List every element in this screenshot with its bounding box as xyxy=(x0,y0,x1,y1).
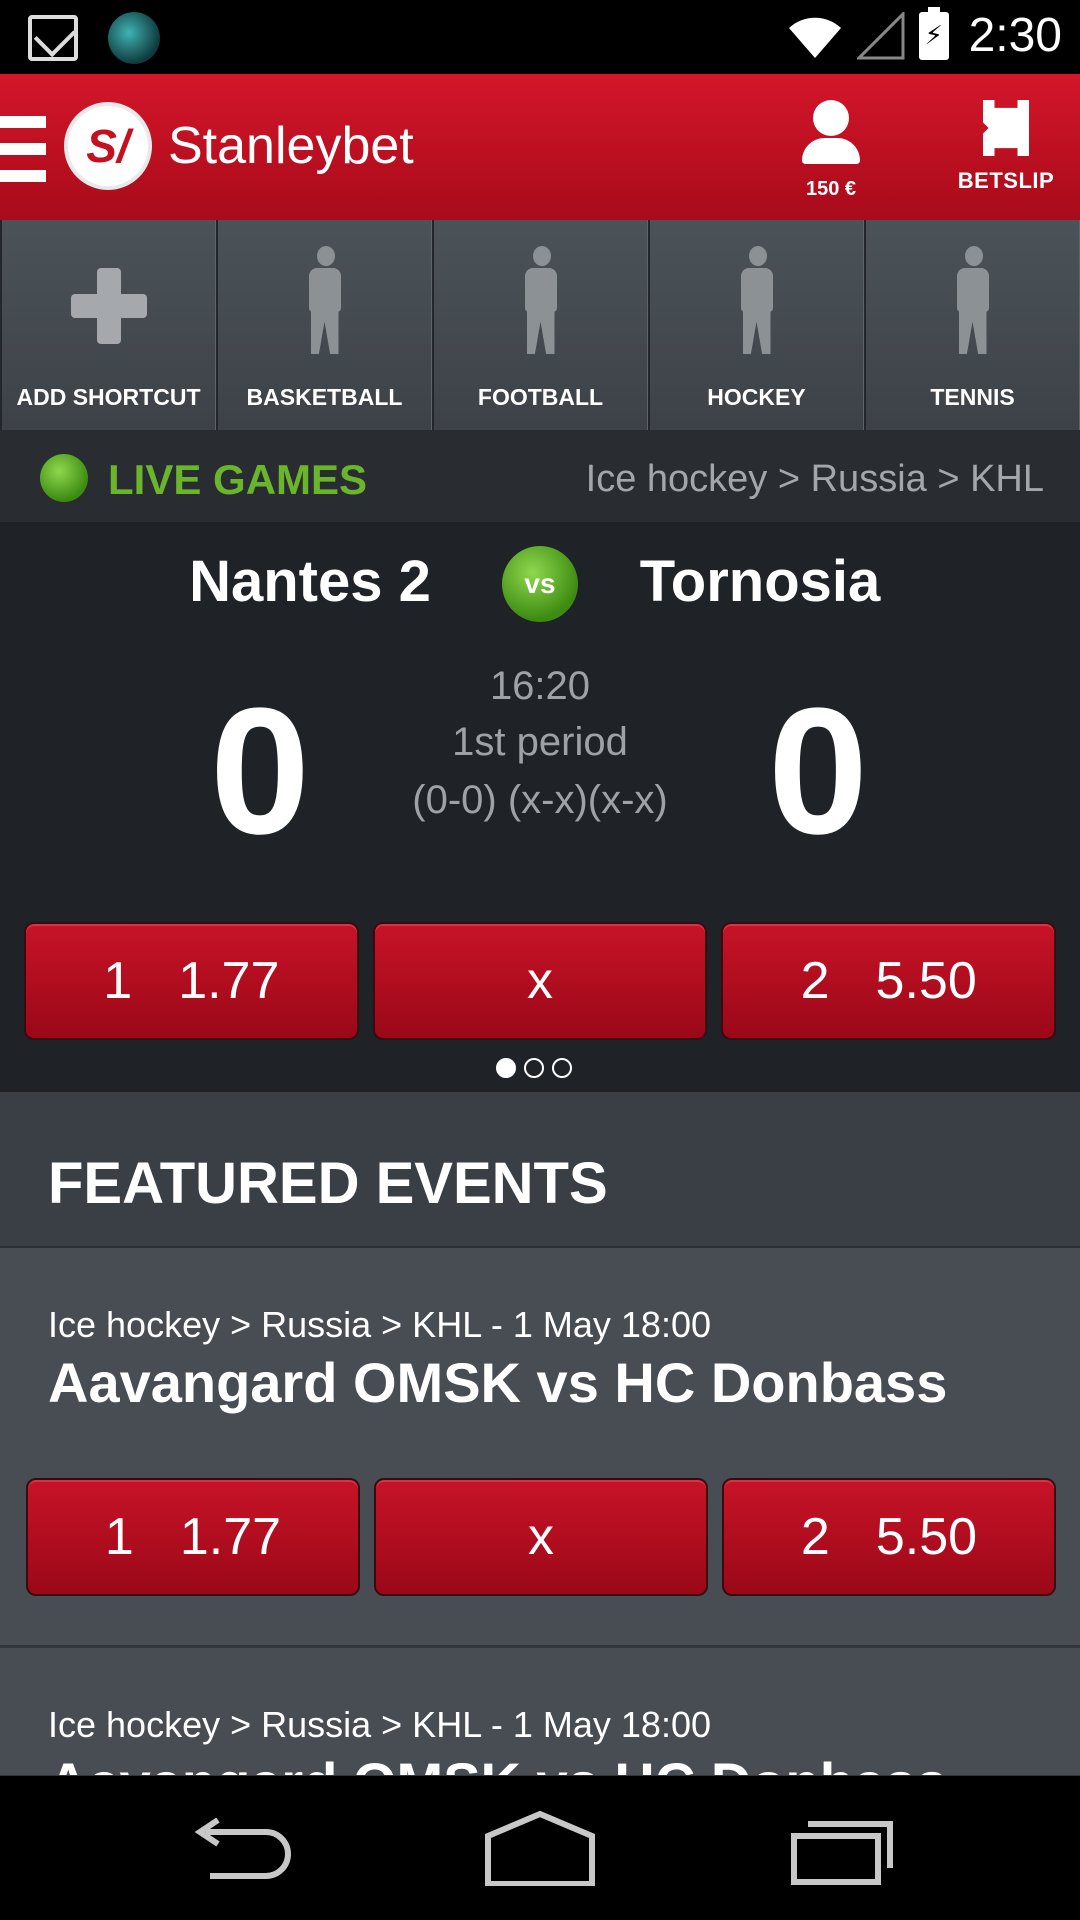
shortcut-label: HOCKEY xyxy=(707,384,806,410)
app-header: S/ Stanleybet 150 € BETSLIP xyxy=(0,74,1080,220)
odds-row: 1 1.77 x 2 5.50 xyxy=(26,1478,1056,1596)
odd-key: x xyxy=(528,1508,554,1566)
system-nav-bar xyxy=(0,1776,1080,1920)
clock: 2:30 xyxy=(968,9,1062,62)
event-title: Aavangard OMSK vs HC Donbass xyxy=(48,1750,947,1775)
gmail-icon xyxy=(28,15,78,61)
odd-value: 5.50 xyxy=(875,1508,978,1566)
odds-row: 1 1.77 x 2 5.50 xyxy=(24,922,1057,1040)
pager-dot-active[interactable] xyxy=(496,1058,516,1078)
menu-icon[interactable] xyxy=(0,116,46,182)
featured-event[interactable]: Ice hockey > Russia > KHL - 1 May 18:00 … xyxy=(0,1248,1080,1648)
period-scores: (0-0) (x-x)(x-x) xyxy=(412,778,668,822)
odd-key: 1 xyxy=(103,952,133,1010)
odd-button-away[interactable]: 2 5.50 xyxy=(721,922,1057,1040)
app-title: Stanleybet xyxy=(168,117,414,175)
featured-events-title: FEATURED EVENTS xyxy=(48,1151,608,1216)
event-title: Aavangard OMSK vs HC Donbass xyxy=(48,1351,948,1414)
account-button[interactable]: 150 € xyxy=(786,100,876,200)
user-icon xyxy=(786,100,876,164)
live-games-bar[interactable]: LIVE GAMES Ice hockey > Russia > KHL xyxy=(0,430,1080,522)
hockey-player-icon xyxy=(727,246,787,356)
shortcut-football[interactable]: FOOTBALL xyxy=(432,220,648,430)
odd-key: 1 xyxy=(104,1508,134,1566)
account-balance: 150 € xyxy=(805,178,857,200)
vs-badge: vs xyxy=(502,546,578,622)
shortcut-basketball[interactable]: BASKETBALL xyxy=(216,220,432,430)
carousel-pager[interactable] xyxy=(496,1058,572,1078)
odd-button-home[interactable]: 1 1.77 xyxy=(26,1478,360,1596)
featured-events-header: FEATURED EVENTS xyxy=(0,1092,1080,1248)
event-meta: Ice hockey > Russia > KHL - 1 May 18:00 xyxy=(48,1704,711,1745)
back-icon[interactable] xyxy=(186,1818,292,1888)
live-breadcrumb: Ice hockey > Russia > KHL xyxy=(585,458,1044,500)
shortcut-tennis[interactable]: TENNIS xyxy=(864,220,1080,430)
plus-icon xyxy=(70,268,147,344)
status-bar: ⚡ 2:30 xyxy=(0,0,1080,74)
shortcut-label: ADD SHORTCUT xyxy=(16,384,201,410)
live-games-title: LIVE GAMES xyxy=(108,456,368,503)
recent-apps-icon[interactable] xyxy=(790,1812,896,1886)
shortcut-label: FOOTBALL xyxy=(477,384,604,410)
betslip-label: BETSLIP xyxy=(957,168,1055,193)
odd-button-draw[interactable]: x xyxy=(374,1478,708,1596)
odd-value: 1.77 xyxy=(179,1508,282,1566)
shortcut-hockey[interactable]: HOCKEY xyxy=(648,220,864,430)
stanleybet-logo[interactable]: S/ xyxy=(64,102,152,190)
wifi-icon xyxy=(788,17,841,58)
ticket-icon xyxy=(983,100,1029,156)
live-indicator-icon xyxy=(40,454,88,502)
battery-charging-icon: ⚡ xyxy=(918,6,949,60)
home-score: 0 xyxy=(209,671,311,872)
away-team: Tornosia xyxy=(639,549,881,614)
match-clock: 16:20 xyxy=(489,664,591,708)
football-player-icon xyxy=(511,246,571,356)
odd-value: 1.77 xyxy=(178,952,280,1010)
event-meta: Ice hockey > Russia > KHL - 1 May 18:00 xyxy=(48,1304,711,1345)
signal-icon xyxy=(856,11,905,59)
shortcut-add[interactable]: ADD SHORTCUT xyxy=(0,220,216,430)
live-match-card[interactable]: Nantes 2 vs Tornosia 0 16:20 1st period … xyxy=(0,522,1080,1092)
sport-shortcuts: ADD SHORTCUT BASKETBALL FOOTBALL HOCKEY … xyxy=(0,220,1080,430)
odd-key: 2 xyxy=(800,952,830,1010)
pager-dot[interactable] xyxy=(552,1058,572,1078)
odd-key: x xyxy=(527,952,553,1010)
shortcut-label: BASKETBALL xyxy=(246,384,403,410)
away-score: 0 xyxy=(767,671,869,872)
home-team: Nantes 2 xyxy=(189,549,431,614)
odd-button-away[interactable]: 2 5.50 xyxy=(722,1478,1056,1596)
tennis-player-icon xyxy=(943,246,1003,356)
match-period: 1st period xyxy=(452,720,628,764)
odd-value: 5.50 xyxy=(875,952,977,1010)
odd-key: 2 xyxy=(800,1508,830,1566)
home-icon[interactable] xyxy=(484,1810,596,1886)
betslip-button[interactable]: BETSLIP xyxy=(946,100,1066,200)
globe-app-icon xyxy=(108,12,160,64)
shortcut-label: TENNIS xyxy=(930,384,1015,410)
odd-button-home[interactable]: 1 1.77 xyxy=(24,922,359,1040)
pager-dot[interactable] xyxy=(524,1058,544,1078)
featured-event[interactable]: Ice hockey > Russia > KHL - 1 May 18:00 … xyxy=(0,1648,1080,1778)
odd-button-draw[interactable]: x xyxy=(372,922,708,1040)
basketball-player-icon xyxy=(295,246,355,356)
